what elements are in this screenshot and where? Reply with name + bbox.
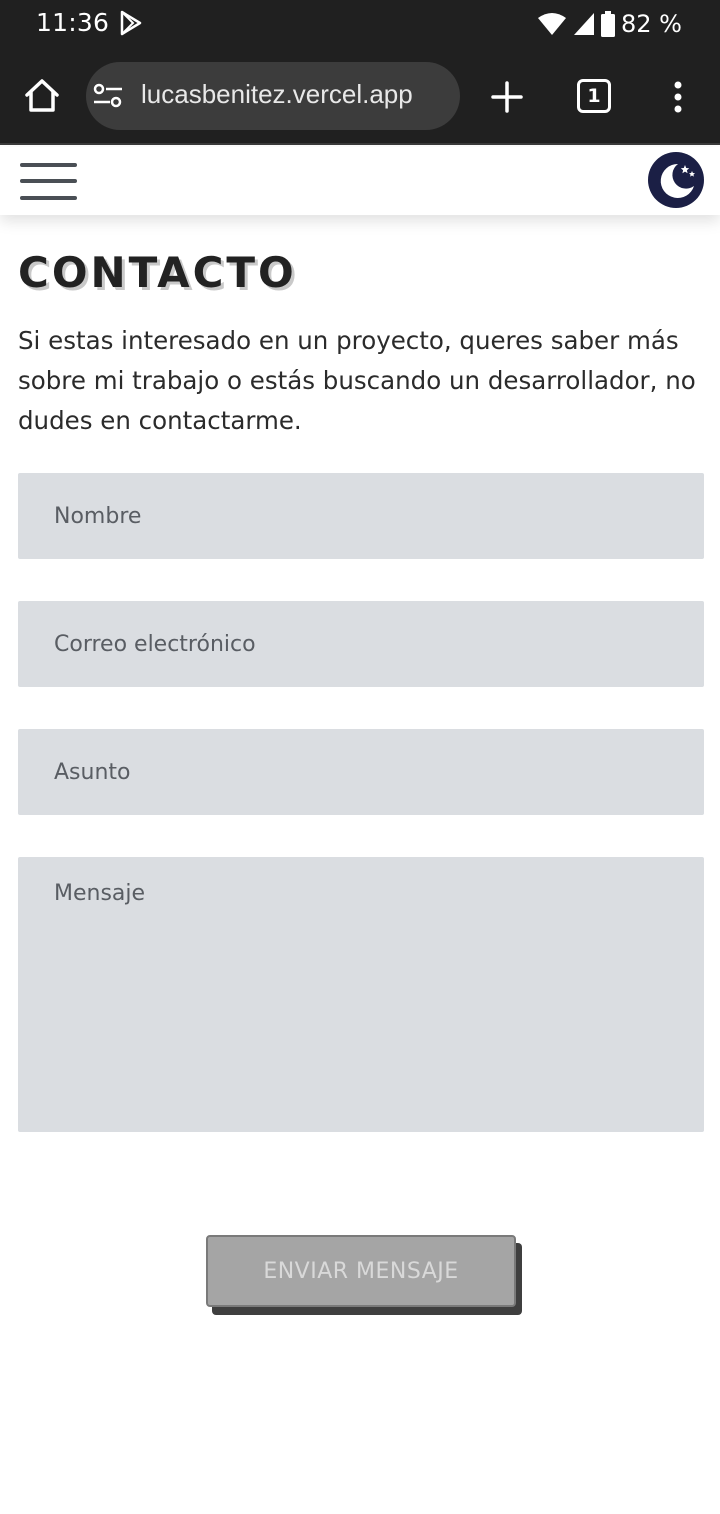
site-header <box>0 147 720 215</box>
name-input[interactable] <box>18 473 704 559</box>
send-button-wrapper: ENVIAR MENSAJE <box>206 1235 516 1309</box>
status-indicators: 82 % <box>537 8 682 40</box>
browser-toolbar: lucasbenitez.vercel.app 1 <box>0 48 720 145</box>
hamburger-menu-icon[interactable] <box>20 162 78 202</box>
tab-count: 1 <box>587 85 601 107</box>
battery-icon <box>601 11 616 37</box>
tabs-icon[interactable]: 1 <box>577 79 611 113</box>
status-time: 11:36 <box>36 8 110 37</box>
message-textarea[interactable] <box>18 857 704 1132</box>
signal-icon <box>574 13 595 35</box>
theme-toggle-button[interactable] <box>648 152 704 208</box>
send-message-button[interactable]: ENVIAR MENSAJE <box>206 1235 516 1307</box>
more-vert-icon[interactable] <box>666 80 690 114</box>
subject-input[interactable] <box>18 729 704 815</box>
url-text[interactable]: lucasbenitez.vercel.app <box>141 79 413 110</box>
play-store-icon <box>120 10 142 36</box>
email-input[interactable] <box>18 601 704 687</box>
contact-section: CONTACTO Si estas interesado en un proye… <box>18 215 704 1307</box>
battery-percent: 82 % <box>621 10 682 38</box>
site-settings-icon[interactable] <box>92 82 124 110</box>
moon-stars-icon <box>660 163 695 198</box>
new-tab-icon[interactable] <box>490 80 524 114</box>
status-bar: 11:36 82 % <box>0 0 720 48</box>
page-title: CONTACTO <box>18 248 297 297</box>
home-icon[interactable] <box>22 76 62 116</box>
wifi-icon <box>538 13 567 35</box>
contact-intro: Si estas interesado en un proyecto, quer… <box>18 326 696 435</box>
